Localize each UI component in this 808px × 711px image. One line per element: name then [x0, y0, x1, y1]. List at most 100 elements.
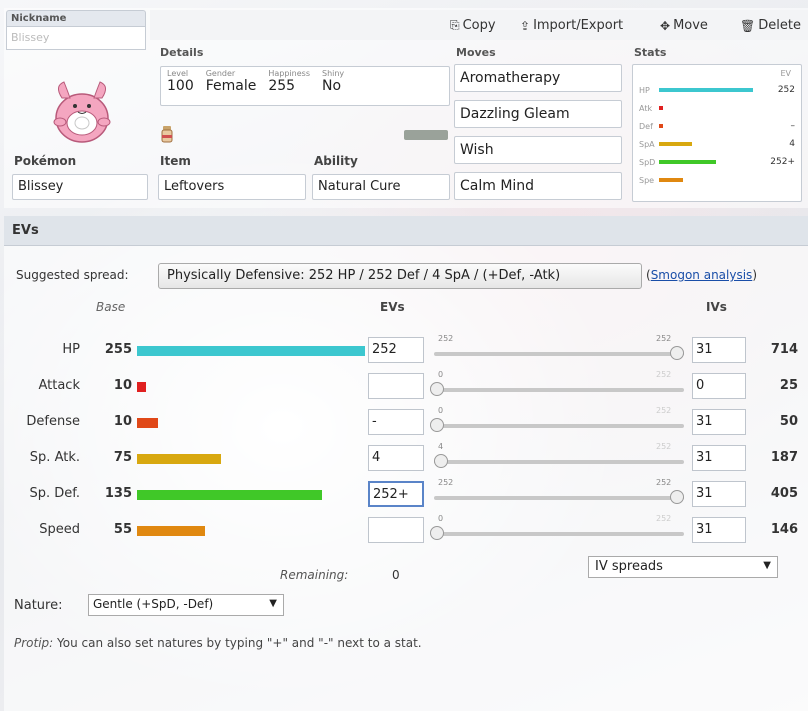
level-value: 100: [167, 78, 194, 94]
ev-slider[interactable]: [434, 388, 684, 392]
stat-summary-ev: –: [790, 121, 796, 131]
stat-summary-row: SpA 4: [639, 137, 795, 151]
iv-input[interactable]: 31: [692, 337, 746, 363]
suggested-spread-button[interactable]: Physically Defensive: 252 HP / 252 Def /…: [158, 263, 642, 289]
level-label: Level: [167, 69, 189, 78]
ev-row-speed: Speed 55 0 252 31 146: [0, 512, 808, 548]
ev-row-spdef: Sp. Def. 135 252+ 252 252 31 405: [0, 476, 808, 512]
slider-value-label: 0: [438, 514, 444, 523]
stat-name: Attack: [38, 378, 80, 393]
stat-summary-bar: [659, 142, 692, 146]
ev-slider-handle[interactable]: [433, 454, 448, 468]
ev-input[interactable]: [368, 517, 424, 543]
move-icon: ✥: [660, 18, 671, 33]
stat-total: 50: [779, 414, 798, 429]
smogon-analysis-link[interactable]: (Smogon analysis): [646, 268, 757, 282]
base-stat-bar: [137, 454, 221, 464]
copy-button[interactable]: ⎘ Copy: [450, 18, 496, 33]
nickname-input[interactable]: Blissey: [6, 26, 146, 50]
ev-slider-handle[interactable]: [430, 418, 444, 432]
stat-summary-bar: [659, 88, 753, 92]
ev-slider-handle[interactable]: [430, 382, 444, 396]
copy-label: Copy: [462, 18, 496, 33]
protip-body: You can also set natures by typing "+" a…: [53, 636, 422, 650]
slider-value-label: 252: [438, 334, 454, 343]
details-box[interactable]: Level 100 Gender Female Happiness 255 Sh…: [160, 66, 450, 106]
ev-input[interactable]: -: [368, 409, 424, 435]
shiny-column: Shiny No: [316, 67, 350, 105]
ev-input[interactable]: 252: [368, 337, 424, 363]
slider-max-label: 252: [656, 442, 672, 451]
iv-spreads-select[interactable]: IV spreads ▼: [588, 556, 778, 578]
slider-max-label: 252: [656, 406, 672, 415]
nature-select[interactable]: Gentle (+SpD, -Def) ▼: [88, 594, 284, 616]
stat-summary-label: Spe: [639, 175, 655, 185]
stat-name: HP: [62, 342, 80, 357]
slider-max-label: 252: [656, 514, 672, 523]
ev-slider[interactable]: [434, 424, 684, 428]
item-tag: [404, 130, 448, 140]
move-field-2[interactable]: Dazzling Gleam: [454, 100, 622, 128]
move-button[interactable]: ✥ Move: [660, 18, 708, 33]
stat-summary-label: SpA: [639, 139, 655, 149]
ev-slider-handle[interactable]: [670, 490, 684, 504]
iv-input[interactable]: 31: [692, 517, 746, 543]
import-export-button[interactable]: ⇪ Import/Export: [520, 18, 623, 33]
slider-max-label: 252: [656, 370, 672, 379]
move-field-1[interactable]: Aromatherapy: [454, 64, 622, 92]
stat-summary-bar: [659, 178, 683, 182]
item-label: Item: [160, 154, 191, 168]
suggested-spread-label: Suggested spread:: [16, 268, 129, 282]
slider-value-label: 0: [438, 406, 444, 415]
stat-summary-ev: 252: [777, 85, 795, 95]
stat-total: 405: [770, 486, 798, 501]
ev-input[interactable]: 4: [368, 445, 424, 471]
ev-slider-handle[interactable]: [670, 346, 684, 360]
nature-label: Nature:: [14, 598, 63, 613]
details-heading: Details: [160, 46, 204, 59]
delete-label: Delete: [758, 18, 801, 33]
protip-label: Protip:: [14, 636, 54, 650]
ability-label: Ability: [314, 154, 358, 168]
stat-summary-label: Def: [639, 121, 653, 131]
pokemon-field[interactable]: Blissey: [12, 174, 148, 200]
stats-summary[interactable]: EV HP 252 Atk Def – SpA 4 SpD 252+ Spe: [632, 64, 802, 202]
stat-summary-row: HP 252: [639, 83, 795, 97]
ev-slider[interactable]: [434, 460, 684, 464]
ev-input[interactable]: 252+: [368, 481, 424, 507]
protip-text: Protip: You can also set natures by typi…: [14, 636, 422, 650]
ev-row-hp: HP 255 252 252 252 31 714: [0, 332, 808, 368]
iv-input[interactable]: 31: [692, 409, 746, 435]
stat-total: 146: [770, 522, 798, 537]
stat-summary-ev: 252+: [770, 157, 795, 167]
shiny-label: Shiny: [321, 69, 345, 78]
ev-slider[interactable]: [434, 352, 684, 356]
move-field-3[interactable]: Wish: [454, 136, 622, 164]
item-field[interactable]: Leftovers: [158, 174, 306, 200]
base-stat-bar: [137, 382, 146, 392]
stat-name: Sp. Atk.: [29, 450, 80, 465]
stat-total: 25: [779, 378, 798, 393]
moves-heading: Moves: [456, 46, 496, 59]
iv-input[interactable]: 0: [692, 373, 746, 399]
stats-heading: Stats: [634, 46, 667, 59]
iv-input[interactable]: 31: [692, 445, 746, 471]
base-stat-value: 10: [113, 378, 132, 393]
remaining-label: Remaining:: [280, 568, 349, 582]
ev-input[interactable]: [368, 373, 424, 399]
ev-slider[interactable]: [434, 496, 684, 500]
smogon-link-text[interactable]: Smogon analysis: [651, 268, 753, 282]
move-label: Move: [673, 18, 708, 33]
clipboard-icon: ⎘: [450, 18, 460, 32]
ev-slider[interactable]: [434, 532, 684, 536]
upload-icon: ⇪: [520, 18, 531, 33]
base-stat-bar: [137, 418, 158, 428]
pokemon-sprite[interactable]: [42, 68, 122, 148]
delete-button[interactable]: 🗑 Delete: [740, 18, 801, 33]
ability-field[interactable]: Natural Cure: [312, 174, 450, 200]
stat-total: 714: [770, 342, 798, 357]
iv-input[interactable]: 31: [692, 481, 746, 507]
base-stat-bar: [137, 346, 365, 356]
move-field-4[interactable]: Calm Mind: [454, 172, 622, 200]
ev-slider-handle[interactable]: [430, 526, 444, 540]
